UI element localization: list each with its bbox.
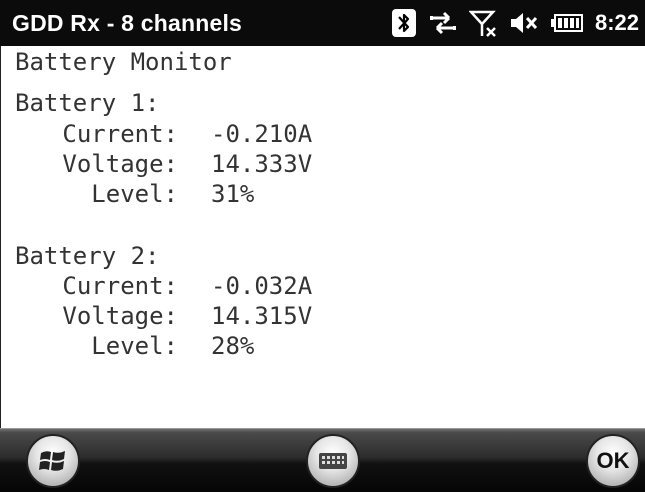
battery-1-current-row: Current: -0.210A	[1, 120, 645, 148]
current-label: Current:	[62, 272, 178, 300]
voltage-value: 14.315V	[211, 302, 313, 330]
page-title: Battery Monitor	[15, 48, 232, 76]
app-title: GDD Rx - 8 channels	[12, 10, 243, 36]
speaker-muted-icon[interactable]	[509, 0, 539, 46]
ok-button[interactable]: OK	[586, 434, 640, 488]
title-bar: GDD Rx - 8 channels 8:22	[0, 0, 645, 46]
keyboard-button[interactable]	[306, 434, 360, 488]
keyboard-icon	[319, 453, 347, 469]
level-value: 31%	[211, 180, 255, 208]
level-label: Level:	[91, 180, 178, 208]
soft-key-bar: OK	[0, 428, 645, 492]
current-label: Current:	[62, 120, 178, 148]
battery-2-voltage-row: Voltage: 14.315V	[1, 302, 645, 330]
voltage-value: 14.333V	[211, 150, 313, 178]
voltage-label: Voltage:	[62, 150, 178, 178]
no-signal-icon[interactable]	[468, 0, 497, 46]
windows-flag-icon	[39, 451, 65, 471]
battery-icon[interactable]	[550, 0, 583, 46]
battery-2-heading: Battery 2:	[15, 242, 160, 270]
current-value: -0.210A	[211, 120, 313, 148]
start-button[interactable]	[26, 434, 80, 488]
battery-1-heading: Battery 1:	[15, 89, 160, 117]
status-icons: 8:22	[379, 0, 639, 46]
current-value: -0.032A	[211, 272, 313, 300]
battery-2-level-row: Level: 28%	[1, 332, 645, 360]
level-label: Level:	[91, 332, 178, 360]
battery-1-voltage-row: Voltage: 14.333V	[1, 150, 645, 178]
connectivity-arrows-icon[interactable]	[429, 0, 457, 46]
ok-label: OK	[596, 448, 630, 473]
clock[interactable]: 8:22	[595, 10, 639, 36]
device-screen: GDD Rx - 8 channels 8:22 Battery Monitor…	[0, 0, 645, 492]
bluetooth-icon[interactable]	[391, 0, 417, 46]
level-value: 28%	[211, 332, 255, 360]
voltage-label: Voltage:	[62, 302, 178, 330]
battery-monitor-content: Battery Monitor Battery 1: Current: -0.2…	[0, 46, 645, 428]
battery-2-current-row: Current: -0.032A	[1, 272, 645, 300]
battery-1-level-row: Level: 31%	[1, 180, 645, 208]
